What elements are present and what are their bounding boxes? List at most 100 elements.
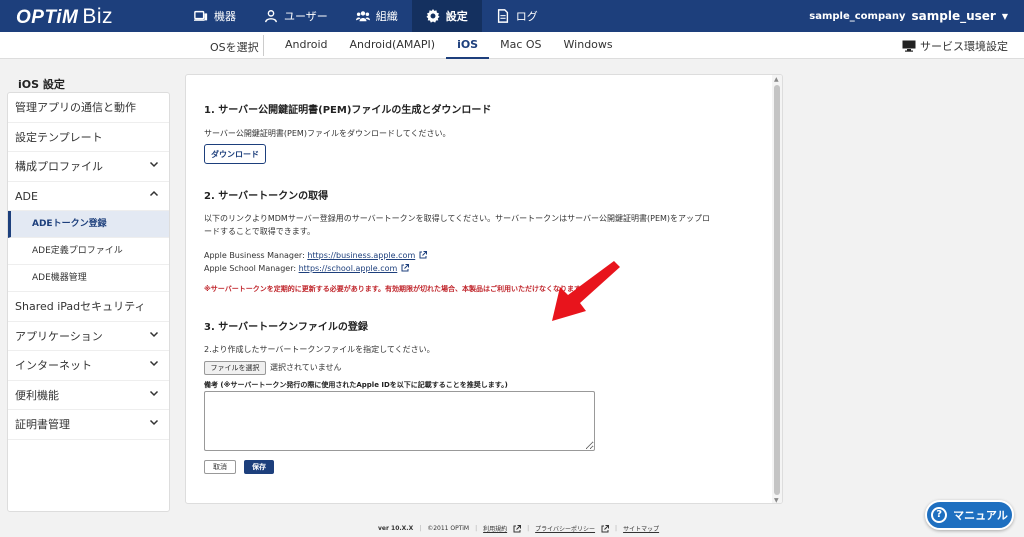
os-select-label: OSを選択 [210,41,259,54]
user-name: sample_user [911,9,996,23]
manual-button[interactable]: ? マニュアル [925,500,1014,530]
section2-desc-line1: 以下のリンクよりMDMサーバー登録用のサーバートークンを取得してください。サーバ… [204,214,711,223]
abm-link[interactable]: https://business.apple.com [307,251,415,260]
sidebar-item-utilities[interactable]: 便利機能 [8,381,169,411]
cancel-button[interactable]: 取消 [204,460,236,474]
file-select-button[interactable]: ファイルを選択 [204,361,266,375]
tab-android-amapi[interactable]: Android(AMAPI) [339,32,447,59]
external-link-icon[interactable] [601,524,610,533]
section1-title: 1. サーバー公開鍵証明書(PEM)ファイルの生成とダウンロード [204,105,492,116]
log-icon [497,9,508,23]
sidebar-item-label: ADE [15,189,38,203]
panel-scrollbar[interactable]: ▲ ▼ [772,75,782,503]
sidebar-item-internet[interactable]: インターネット [8,351,169,381]
chevron-up-icon [149,182,159,212]
sidebar-item-label: アプリケーション [15,329,103,343]
section2-title: 2. サーバートークンの取得 [204,191,329,202]
sidebar-item-ade[interactable]: ADE [8,182,169,212]
sidebar-item-label: 便利機能 [15,388,59,402]
footer-version: ver 10.X.X [378,525,414,532]
nav-settings[interactable]: 設定 [411,0,482,32]
tab-ios[interactable]: iOS [446,32,490,59]
asm-row: Apple School Manager: https://school.app… [204,262,410,275]
section1-description: サーバー公開鍵証明書(PEM)ファイルをダウンロードしてください。 [204,129,451,138]
sidebar-item-config-profile[interactable]: 構成プロファイル [8,152,169,182]
gear-icon [426,9,440,23]
sidebar-item-certificates[interactable]: 証明書管理 [8,410,169,440]
devices-icon [194,10,208,21]
service-env-label: サービス環境設定 [920,40,1008,53]
chevron-down-icon [149,351,159,381]
chevron-down-icon [149,152,159,182]
sidebar-item-label: 構成プロファイル [15,160,103,173]
scroll-down-icon[interactable]: ▼ [774,497,779,503]
note-label: 備考 (※サーバートークン発行の際に使用されたApple IDを以下に記載するこ… [204,381,508,389]
tab-windows[interactable]: Windows [553,32,624,59]
sidebar-item-label: 管理アプリの通信と動作 [15,101,136,114]
sidebar-item-app-comm[interactable]: 管理アプリの通信と動作 [8,93,169,123]
tab-macos[interactable]: Mac OS [489,32,552,59]
sidebar-item-applications[interactable]: アプリケーション [8,322,169,352]
footer-separator: | [475,525,478,532]
service-env-link[interactable]: サービス環境設定 [902,38,1008,54]
section3-description: 2.より作成したサーバートークンファイルを指定してください。 [204,345,435,354]
sidebar-item-label: Shared iPadセキュリティ [15,300,146,313]
section3-title: 3. サーバートークンファイルの登録 [204,322,368,333]
nav-logs[interactable]: ログ [482,0,552,32]
monitor-icon [902,40,916,52]
top-header: OPTiM Biz 機器 ユーザー 組織 設定 ログ sample_company… [0,0,1024,32]
section2-desc-line2: ードすることで取得できます。 [204,227,315,236]
chevron-down-icon [149,381,159,411]
chevron-down-icon [149,410,159,440]
optim-biz-logo[interactable]: OPTiM Biz [16,5,113,29]
caret-down-icon: ▼ [1001,11,1008,21]
main-nav: 機器 ユーザー 組織 設定 ログ [180,0,552,32]
sidebar-item-label: ADE定義プロファイル [32,246,123,256]
footer-terms-link[interactable]: 利用規約 [483,524,507,533]
organization-icon [355,11,370,22]
footer-separator: | [615,525,618,532]
sidebar-item-label: ADE機器管理 [32,273,87,283]
abm-label: Apple Business Manager: [204,251,308,260]
note-textarea[interactable] [204,391,595,451]
external-link-icon[interactable] [513,524,522,533]
manual-button-label: マニュアル [953,509,1008,522]
footer-copyright: ©2011 OPTiM [427,525,470,532]
external-link-icon[interactable] [419,251,428,259]
scroll-up-icon[interactable]: ▲ [774,76,779,83]
nav-users[interactable]: ユーザー [250,0,342,32]
sidebar-item-ade-profile[interactable]: ADE定義プロファイル [8,238,169,265]
nav-settings-label: 設定 [445,10,468,23]
asm-link[interactable]: https://school.apple.com [299,264,398,273]
os-subnav: OSを選択 Android Android(AMAPI) iOS Mac OS … [0,32,1024,59]
footer-separator: | [419,525,422,532]
sidebar-item-shared-ipad[interactable]: Shared iPadセキュリティ [8,292,169,322]
external-link-icon[interactable] [401,264,410,272]
nav-users-label: ユーザー [284,10,328,23]
company-name: sample_company [809,10,906,22]
annotation-arrow-icon [552,261,620,321]
user-icon [265,10,277,23]
asm-label: Apple School Manager: [204,264,299,273]
nav-organization-label: 組織 [375,10,398,23]
sidebar-item-templates[interactable]: 設定テンプレート [8,123,169,152]
chevron-down-icon [149,322,159,352]
sidebar-item-ade-token[interactable]: ADEトークン登録 [8,211,169,238]
sidebar-item-label: インターネット [15,359,92,372]
subnav-divider [263,35,264,56]
nav-logs-label: ログ [515,10,538,23]
user-menu[interactable]: sample_company sample_user ▼ [809,0,1008,32]
sidebar-item-label: 設定テンプレート [15,130,103,144]
nav-devices[interactable]: 機器 [180,0,250,32]
nav-organization[interactable]: 組織 [342,0,412,32]
download-button[interactable]: ダウンロード [204,144,266,164]
tab-android[interactable]: Android [274,32,339,59]
footer: ver 10.X.X | ©2011 OPTiM | 利用規約 | プライバシー… [378,524,659,533]
sidebar-item-ade-devices[interactable]: ADE機器管理 [8,265,169,292]
footer-sitemap-link[interactable]: サイトマップ [623,524,659,533]
scrollbar-thumb[interactable] [774,85,780,495]
footer-privacy-link[interactable]: プライバシーポリシー [535,524,595,533]
file-status: 選択されていません [270,363,342,372]
main-panel: 1. サーバー公開鍵証明書(PEM)ファイルの生成とダウンロード サーバー公開鍵… [185,74,783,504]
save-button[interactable]: 保存 [244,460,274,474]
